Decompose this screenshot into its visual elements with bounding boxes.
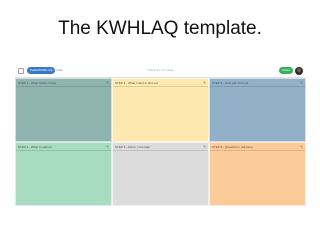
padlet-window: Padlet/KWHLAQ Remake KWHLAQ Template Sha… bbox=[15, 65, 306, 206]
pencil-icon[interactable]: ✎ bbox=[106, 145, 109, 149]
app-topbar: Padlet/KWHLAQ Remake KWHLAQ Template Sha… bbox=[15, 65, 306, 78]
share-button[interactable]: Share bbox=[278, 67, 293, 74]
section-step-1[interactable]: STEP 1 - What I think I know ✎ bbox=[15, 78, 112, 142]
section-step-6[interactable]: STEP 6 - Questions I still have ✎ bbox=[209, 142, 306, 206]
section-header: STEP 1 - What I think I know ✎ bbox=[16, 79, 111, 87]
section-label: STEP 3 - How will I find out bbox=[212, 80, 249, 85]
section-header: STEP 5 - Action I can take ✎ bbox=[113, 143, 208, 151]
pencil-icon[interactable]: ✎ bbox=[203, 145, 206, 149]
section-header: STEP 4 - What I Learned ✎ bbox=[16, 143, 111, 151]
section-label: STEP 5 - Action I can take bbox=[115, 144, 150, 149]
section-header: STEP 3 - How will I find out ✎ bbox=[210, 79, 305, 87]
section-label: STEP 1 - What I think I know bbox=[18, 80, 57, 85]
slide-title: The KWHLAQ template. bbox=[58, 18, 262, 39]
pencil-icon[interactable]: ✎ bbox=[300, 81, 303, 85]
board-title: KWHLAQ Template bbox=[147, 68, 174, 72]
section-label: STEP 4 - What I Learned bbox=[18, 144, 52, 149]
pencil-icon[interactable]: ✎ bbox=[203, 81, 206, 85]
section-step-2[interactable]: STEP 2 - What I want to find out ✎ bbox=[112, 78, 209, 142]
pencil-icon[interactable]: ✎ bbox=[300, 145, 303, 149]
user-avatar[interactable] bbox=[295, 67, 303, 75]
section-step-5[interactable]: STEP 5 - Action I can take ✎ bbox=[112, 142, 209, 206]
kwhlaq-grid: STEP 1 - What I think I know ✎ STEP 2 - … bbox=[15, 78, 306, 206]
section-step-3[interactable]: STEP 3 - How will I find out ✎ bbox=[209, 78, 306, 142]
section-header: STEP 2 - What I want to find out ✎ bbox=[113, 79, 208, 87]
section-label: STEP 2 - What I want to find out bbox=[115, 80, 158, 85]
section-label: STEP 6 - Questions I still have bbox=[212, 144, 253, 149]
section-header: STEP 6 - Questions I still have ✎ bbox=[210, 143, 305, 151]
section-step-4[interactable]: STEP 4 - What I Learned ✎ bbox=[15, 142, 112, 206]
pencil-icon[interactable]: ✎ bbox=[106, 81, 109, 85]
